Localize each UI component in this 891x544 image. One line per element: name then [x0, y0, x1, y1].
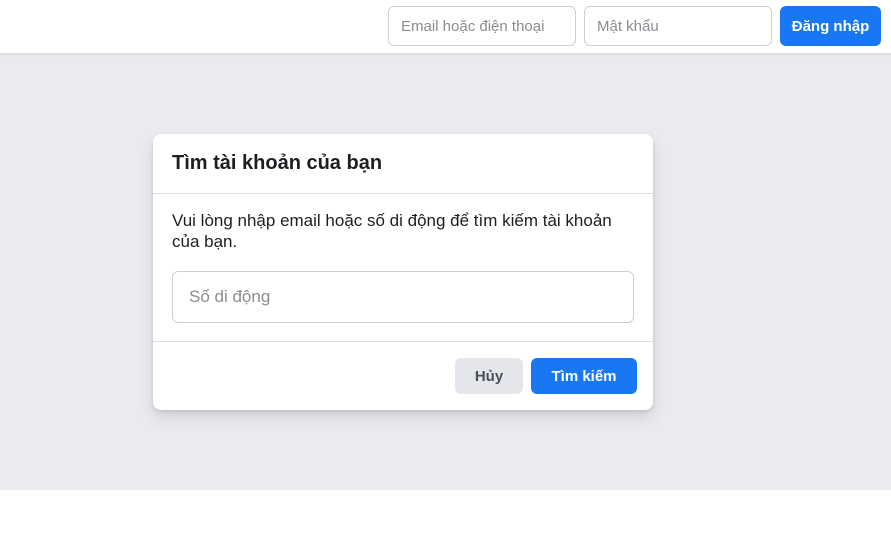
dialog-description: Vui lòng nhập email hoặc số di động để t… [172, 211, 612, 251]
dialog-footer: Hủy Tìm kiếm [153, 342, 653, 410]
cancel-button[interactable]: Hủy [455, 358, 523, 394]
dialog-body: Vui lòng nhập email hoặc số di động để t… [153, 194, 653, 342]
find-account-dialog: Tìm tài khoản của bạn Vui lòng nhập emai… [153, 134, 653, 410]
top-navbar: Đăng nhập [0, 0, 891, 54]
phone-number-input[interactable] [172, 271, 634, 323]
search-button[interactable]: Tìm kiếm [531, 358, 637, 394]
password-input[interactable] [584, 6, 772, 46]
dialog-title: Tìm tài khoản của bạn [172, 152, 383, 174]
email-or-phone-input[interactable] [388, 6, 576, 46]
login-button[interactable]: Đăng nhập [780, 6, 881, 46]
dialog-header: Tìm tài khoản của bạn [153, 134, 653, 194]
